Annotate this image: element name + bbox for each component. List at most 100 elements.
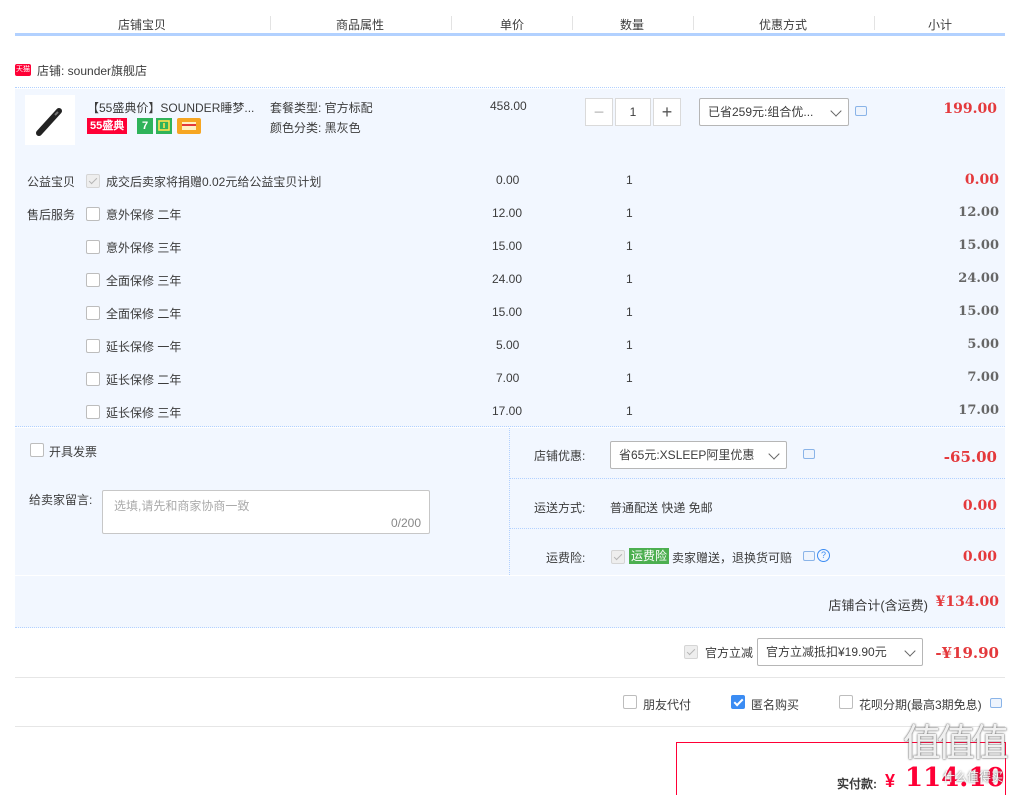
charity-text: 成交后卖家将捐赠0.02元给公益宝贝计划 <box>106 175 322 189</box>
aftersale-checkbox[interactable] <box>86 372 100 386</box>
divider <box>15 677 1005 678</box>
aftersale-price: 15.00 <box>492 305 523 319</box>
shop-row: 天猫 店铺: sounder旗舰店 <box>15 58 1005 88</box>
aftersale-name: 意外保修 三年 <box>106 241 182 255</box>
message-icon[interactable] <box>803 551 815 561</box>
store-discount-label: 店铺优惠: <box>534 449 586 463</box>
friend-pay-checkbox[interactable] <box>623 695 637 709</box>
memo-label: 给卖家留言: <box>29 493 93 507</box>
official-discount-select[interactable]: 官方立减抵扣¥19.90元 <box>757 638 923 666</box>
item-discount-select[interactable]: 已省259元:组合优... <box>699 98 849 126</box>
freight-insurance-label: 运费险: <box>546 551 586 565</box>
quantity-increase-button[interactable]: + <box>653 98 681 126</box>
aftersale-qty: 1 <box>626 272 633 286</box>
charity-subtotal: 0.00 <box>964 172 999 188</box>
chevron-down-icon <box>768 448 780 460</box>
freight-insurance-badge: 运费险 <box>629 548 670 564</box>
order-items: 【55盛典价】SOUNDER睡梦... 55盛典 7 套餐类型: 官方标配 颜色… <box>15 89 1005 427</box>
help-icon[interactable]: ? <box>817 549 830 562</box>
product-title[interactable]: 【55盛典价】SOUNDER睡梦... <box>87 99 254 116</box>
charity-row: 公益宝贝 成交后卖家将捐赠0.02元给公益宝贝计划 0.00 1 0.00 <box>15 171 1005 191</box>
col-header-item: 店铺宝贝 <box>118 18 167 32</box>
invoice-label: 开具发票 <box>49 445 98 459</box>
aftersale-checkbox[interactable] <box>86 339 100 353</box>
anonymous-label: 匿名购买 <box>751 698 800 712</box>
aftersale-name: 延长保修 三年 <box>106 406 182 420</box>
aftersale-checkbox[interactable] <box>86 207 100 221</box>
shipping-row: 运送方式: 普通配送 快递 免邮 0.00 <box>510 479 1005 529</box>
aftersale-name: 全面保修 三年 <box>106 274 182 288</box>
table-header: 店铺宝贝 商品属性 单价 数量 优惠方式 小计 <box>15 0 1005 36</box>
col-header-price: 单价 <box>500 18 525 32</box>
col-header-subtotal: 小计 <box>928 18 953 32</box>
shipping-label: 运送方式: <box>534 501 586 515</box>
product-attr-package: 套餐类型: 官方标配 <box>270 101 373 115</box>
aftersale-row: 延长保修 一年 5.00 1 5.00 <box>15 336 1005 356</box>
tag-card-icon <box>177 118 201 134</box>
product-image-icon <box>36 108 62 136</box>
freight-insurance-row: 运费险: 运费险 卖家赠送，退换货可赔 ? 0.00 <box>510 529 1005 575</box>
aftersale-subtotal: 17.00 <box>958 403 999 418</box>
tag-service-icon <box>156 118 172 134</box>
quantity-decrease-button[interactable]: − <box>585 98 613 126</box>
aftersale-checkbox[interactable] <box>86 273 100 287</box>
col-header-qty: 数量 <box>620 18 645 32</box>
aftersale-subtotal: 5.00 <box>967 337 999 352</box>
charity-qty: 1 <box>626 173 633 187</box>
freight-insurance-checkbox <box>611 550 625 564</box>
aftersale-qty: 1 <box>626 206 633 220</box>
aftersale-checkbox[interactable] <box>86 405 100 419</box>
memo-textarea[interactable]: 选填,请先和商家协商一致 0/200 <box>102 490 430 534</box>
aftersale-price: 7.00 <box>496 371 520 385</box>
store-discount-select[interactable]: 省65元:XSLEEP阿里优惠 <box>610 441 787 469</box>
aftersale-price: 17.00 <box>492 404 523 418</box>
shipping-amount: 0.00 <box>962 498 997 514</box>
official-discount-checkbox <box>684 645 698 659</box>
message-icon[interactable] <box>855 106 867 116</box>
shop-total-amount: ¥134.00 <box>935 594 999 610</box>
charity-label: 公益宝贝 <box>27 175 76 189</box>
product-thumbnail[interactable] <box>25 95 75 145</box>
aftersale-subtotal: 7.00 <box>967 370 999 385</box>
aftersale-qty: 1 <box>626 371 633 385</box>
friend-pay-label: 朋友代付 <box>643 698 692 712</box>
quantity-stepper: − 1 + <box>585 98 681 126</box>
product-unit-price: 458.00 <box>490 99 527 113</box>
order-extras: 开具发票 给卖家留言: 选填,请先和商家协商一致 0/200 <box>15 428 510 575</box>
huabei-checkbox[interactable] <box>839 695 853 709</box>
store-discount-value: 省65元:XSLEEP阿里优惠 <box>619 448 755 462</box>
aftersale-price: 12.00 <box>492 206 523 220</box>
freight-insurance-amount: 0.00 <box>962 549 997 565</box>
aftersale-subtotal: 12.00 <box>958 205 999 220</box>
chevron-down-icon <box>904 645 916 657</box>
anonymous-checkbox[interactable] <box>731 695 745 709</box>
quantity-input[interactable]: 1 <box>615 98 651 126</box>
aftersale-price: 5.00 <box>496 338 520 352</box>
official-discount-value: 官方立减抵扣¥19.90元 <box>766 645 887 659</box>
aftersale-name: 意外保修 二年 <box>106 208 182 222</box>
aftersale-checkbox[interactable] <box>86 240 100 254</box>
payment-currency: ¥ <box>885 771 896 791</box>
message-icon[interactable] <box>990 698 1002 708</box>
aftersale-subtotal: 15.00 <box>958 304 999 319</box>
payment-label: 实付款: <box>837 777 877 791</box>
invoice-checkbox[interactable] <box>30 443 44 457</box>
shop-name[interactable]: 店铺: sounder旗舰店 <box>37 62 147 79</box>
official-discount-label: 官方立减 <box>705 646 754 660</box>
aftersale-checkbox[interactable] <box>86 306 100 320</box>
memo-placeholder: 选填,请先和商家协商一致 <box>114 499 250 513</box>
aftersale-qty: 1 <box>626 404 633 418</box>
shop-total-row: 店铺合计(含运费) ¥134.00 <box>15 576 1005 628</box>
watermark-logo: 值值值 <box>902 721 1009 765</box>
col-header-attrs: 商品属性 <box>336 18 385 32</box>
aftersale-name: 延长保修 一年 <box>106 340 182 354</box>
message-icon[interactable] <box>803 449 815 459</box>
aftersale-subtotal: 15.00 <box>958 238 999 253</box>
aftersale-row: 意外保修 三年 15.00 1 15.00 <box>15 237 1005 257</box>
item-discount-value: 已省259元:组合优... <box>708 105 814 119</box>
aftersale-name: 全面保修 二年 <box>106 307 182 321</box>
aftersale-qty: 1 <box>626 338 633 352</box>
aftersale-price: 15.00 <box>492 239 523 253</box>
product-attr-color: 颜色分类: 黑灰色 <box>270 121 361 135</box>
order-fees: 店铺优惠: 省65元:XSLEEP阿里优惠 -65.00 运送方式: 普通配送 … <box>510 428 1005 575</box>
